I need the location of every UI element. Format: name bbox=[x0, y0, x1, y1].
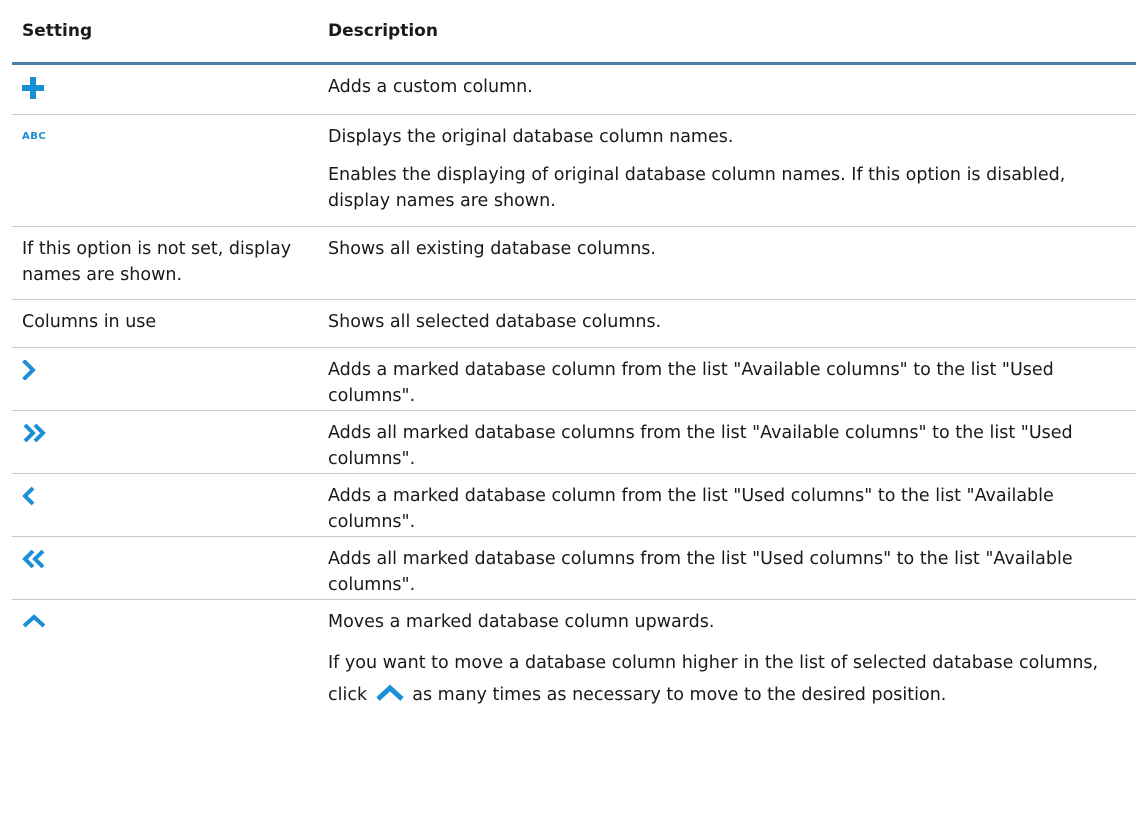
table-row: Adds a custom column. bbox=[12, 65, 1136, 115]
description-text: Adds all marked database columns from th… bbox=[328, 549, 1073, 595]
description-text: Shows all existing database columns. bbox=[328, 239, 656, 259]
header-description: Description bbox=[328, 21, 438, 41]
description-cell: Adds a custom column. bbox=[318, 65, 1136, 114]
table-row: Adds a marked database column from the l… bbox=[12, 348, 1136, 411]
description-text: Adds a marked database column from the l… bbox=[328, 360, 1054, 406]
description-cell: Adds a marked database column from the l… bbox=[318, 474, 1136, 536]
table-row: Adds a marked database column from the l… bbox=[12, 474, 1136, 537]
description-text: Shows all selected database columns. bbox=[328, 312, 662, 332]
description-text: Adds all marked database columns from th… bbox=[328, 423, 1073, 469]
description-text: If you want to move a database column hi… bbox=[328, 647, 1116, 713]
setting-cell bbox=[12, 600, 318, 713]
description-text: Moves a marked database column upwards. bbox=[328, 612, 715, 632]
double-chevron-right-icon bbox=[22, 423, 48, 451]
description-cell: Adds a marked database column from the l… bbox=[318, 348, 1136, 410]
setting-cell bbox=[12, 537, 318, 599]
table-row: Adds all marked database columns from th… bbox=[12, 537, 1136, 600]
chevron-up-icon bbox=[22, 610, 46, 636]
description-text: Adds a marked database column from the l… bbox=[328, 486, 1054, 532]
chevron-left-icon bbox=[22, 486, 36, 514]
description-text: Adds a custom column. bbox=[328, 77, 533, 97]
table-row: Moves a marked database column upwards. … bbox=[12, 600, 1136, 713]
description-cell: Moves a marked database column upwards. … bbox=[318, 600, 1136, 713]
setting-cell bbox=[12, 411, 318, 473]
description-text-part: as many times as necessary to move to th… bbox=[412, 685, 947, 705]
table-header: Setting Description bbox=[12, 0, 1136, 65]
table-row: Columns in use Shows all selected databa… bbox=[12, 300, 1136, 348]
double-chevron-left-icon bbox=[22, 549, 48, 577]
header-setting: Setting bbox=[22, 21, 93, 41]
chevron-up-icon bbox=[375, 681, 405, 713]
description-cell: Shows all selected database columns. bbox=[318, 300, 1136, 347]
table-row: Adds all marked database columns from th… bbox=[12, 411, 1136, 474]
setting-cell: ABC bbox=[12, 115, 318, 226]
chevron-right-icon bbox=[22, 359, 36, 388]
plus-icon bbox=[22, 77, 44, 107]
description-text: Enables the displaying of original datab… bbox=[328, 165, 1066, 211]
description-text: Displays the original database column na… bbox=[328, 127, 734, 147]
setting-cell: Columns in use bbox=[22, 312, 157, 332]
settings-table: Setting Description Adds a custom column… bbox=[12, 0, 1136, 713]
description-cell: Shows all existing database columns. bbox=[318, 227, 1136, 299]
setting-cell bbox=[12, 474, 318, 536]
setting-cell bbox=[12, 65, 318, 114]
abc-icon: ABC bbox=[22, 131, 47, 142]
description-cell: Adds all marked database columns from th… bbox=[318, 411, 1136, 473]
description-cell: Displays the original database column na… bbox=[318, 115, 1136, 226]
table-row: If this option is not set, display names… bbox=[12, 227, 1136, 300]
table-row: ABC Displays the original database colum… bbox=[12, 115, 1136, 227]
setting-cell: If this option is not set, display names… bbox=[22, 239, 292, 285]
setting-cell bbox=[12, 348, 318, 410]
description-cell: Adds all marked database columns from th… bbox=[318, 537, 1136, 599]
